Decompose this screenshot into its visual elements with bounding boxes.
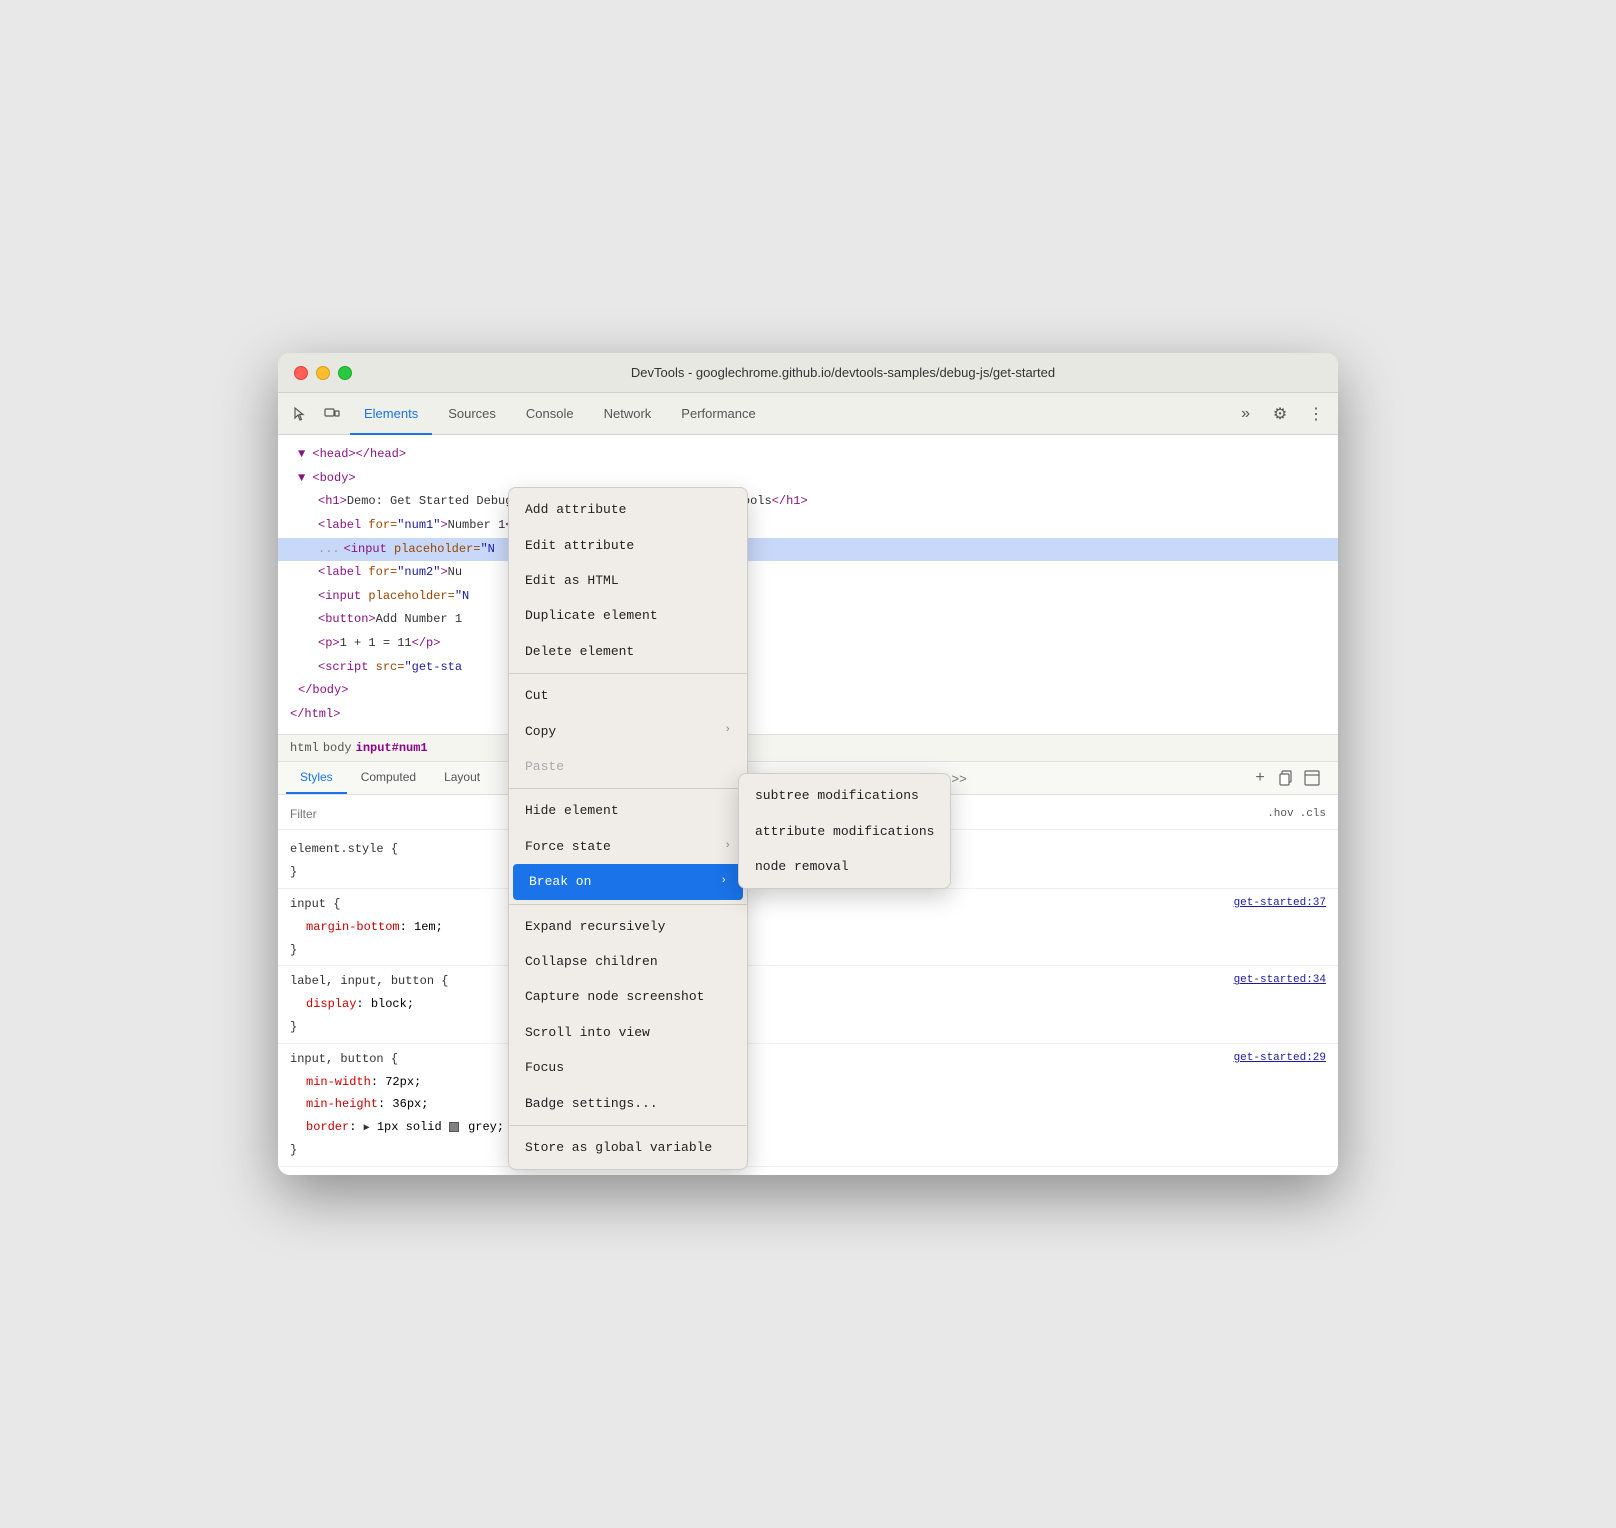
submenu-arrow: › (720, 872, 727, 892)
menu-add-attr[interactable]: Add attribute (509, 492, 747, 527)
breadcrumb-input[interactable]: input#num1 (356, 741, 428, 755)
copy-styles-icon[interactable] (1276, 768, 1296, 788)
menu-break-on[interactable]: Break on › (513, 864, 743, 899)
separator (509, 673, 747, 674)
menu-badge[interactable]: Badge settings... (509, 1086, 747, 1121)
submenu-removal[interactable]: node removal (739, 849, 950, 884)
context-menu: Add attribute Edit attribute Edit as HTM… (508, 487, 748, 1170)
device-icon[interactable] (318, 400, 346, 428)
separator (509, 1125, 747, 1126)
add-rule-icon[interactable]: + (1250, 768, 1270, 788)
submenu-attribute[interactable]: attribute modifications (739, 814, 950, 849)
menu-focus[interactable]: Focus (509, 1050, 747, 1085)
toolbar: Elements Sources Console Network Perform… (278, 393, 1338, 435)
tab-styles[interactable]: Styles (286, 762, 347, 794)
menu-duplicate[interactable]: Duplicate element (509, 598, 747, 633)
close-button[interactable] (294, 366, 308, 380)
tab-list: Elements Sources Console Network Perform… (350, 400, 1229, 427)
hover-icon: .hov (1267, 808, 1293, 820)
breadcrumb-body[interactable]: body (323, 741, 352, 755)
color-swatch[interactable] (449, 1122, 459, 1132)
dom-tree: ▼ <head></head> ▼ <body> <h1>Demo: Get S… (278, 435, 1338, 735)
main-content: ▼ <head></head> ▼ <body> <h1>Demo: Get S… (278, 435, 1338, 1174)
breadcrumb-html[interactable]: html (290, 741, 319, 755)
separator (509, 788, 747, 789)
titlebar: DevTools - googlechrome.github.io/devtoo… (278, 353, 1338, 393)
menu-cut[interactable]: Cut (509, 678, 747, 713)
css-rule-label-input-button: label, input, button { get-started:34 di… (278, 966, 1338, 1043)
window-title: DevTools - googlechrome.github.io/devtoo… (364, 365, 1322, 380)
dom-line: <label for="num1">Number 1</label> (278, 514, 1338, 538)
css-rule-input-button: input, button { get-started:29 min-width… (278, 1044, 1338, 1167)
more-options-button[interactable]: ⋮ (1302, 400, 1330, 428)
separator (509, 904, 747, 905)
more-tabs-button[interactable]: » (1233, 401, 1258, 427)
menu-capture[interactable]: Capture node screenshot (509, 979, 747, 1014)
tab-layout[interactable]: Layout (430, 762, 494, 794)
dom-line-highlighted: ...<input placeholder="N (278, 538, 1338, 562)
settings-button[interactable]: ⚙ (1266, 400, 1294, 428)
dom-line: <button>Add Number 1 (278, 608, 1338, 632)
cls-icon: .cls (1300, 808, 1326, 820)
menu-scroll[interactable]: Scroll into view (509, 1015, 747, 1050)
menu-expand[interactable]: Expand recursively (509, 909, 747, 944)
menu-force-state[interactable]: Force state › (509, 829, 747, 864)
traffic-lights (294, 366, 352, 380)
dom-line: <script src="get-sta (278, 656, 1338, 680)
minimize-button[interactable] (316, 366, 330, 380)
dom-line: ▼ <head></head> (278, 443, 1338, 467)
submenu-subtree[interactable]: subtree modifications (739, 778, 950, 813)
devtools-window: DevTools - googlechrome.github.io/devtoo… (278, 353, 1338, 1174)
break-on-submenu: subtree modifications attribute modifica… (738, 773, 951, 889)
submenu-arrow: › (724, 721, 731, 741)
dom-line: </html> (278, 703, 1338, 727)
menu-global-var[interactable]: Store as global variable (509, 1130, 747, 1165)
menu-paste: Paste (509, 749, 747, 784)
dom-line: </body> (278, 679, 1338, 703)
styles-toolbar: .hov .cls (1267, 808, 1326, 820)
css-rule-input: input { get-started:37 margin-bottom: 1e… (278, 889, 1338, 966)
tab-computed[interactable]: Computed (347, 762, 430, 794)
menu-edit-html[interactable]: Edit as HTML (509, 563, 747, 598)
dom-line: <h1>Demo: Get Started Debugging JavaScri… (278, 490, 1338, 514)
dom-line: <p>1 + 1 = 11</p> (278, 632, 1338, 656)
toggle-panel-icon[interactable] (1302, 768, 1322, 788)
menu-hide[interactable]: Hide element (509, 793, 747, 828)
maximize-button[interactable] (338, 366, 352, 380)
dom-line: <label for="num2">Nu (278, 561, 1338, 585)
dom-line: ▼ <body> (278, 467, 1338, 491)
toolbar-right: » ⚙ ⋮ (1233, 400, 1330, 428)
menu-delete[interactable]: Delete element (509, 634, 747, 669)
tab-performance[interactable]: Performance (667, 400, 769, 427)
dom-line: <input placeholder="N (278, 585, 1338, 609)
menu-edit-attr[interactable]: Edit attribute (509, 528, 747, 563)
tab-elements[interactable]: Elements (350, 400, 432, 427)
submenu-arrow: › (724, 837, 731, 857)
tab-network[interactable]: Network (590, 400, 666, 427)
tab-console[interactable]: Console (512, 400, 588, 427)
menu-collapse[interactable]: Collapse children (509, 944, 747, 979)
breadcrumb: html body input#num1 (278, 735, 1338, 762)
cursor-icon[interactable] (286, 400, 314, 428)
tab-sources[interactable]: Sources (434, 400, 510, 427)
menu-copy[interactable]: Copy › (509, 714, 747, 749)
